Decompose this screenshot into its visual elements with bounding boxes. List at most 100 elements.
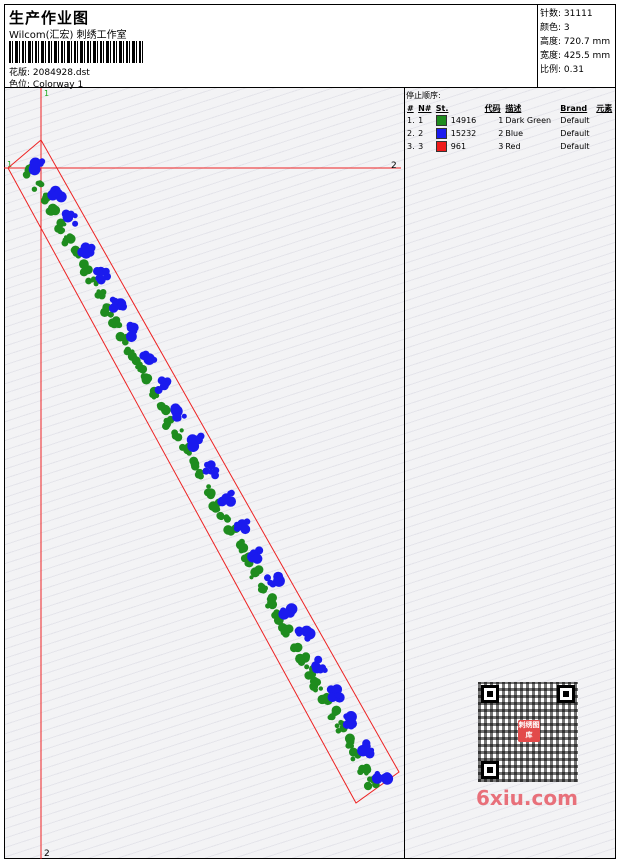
design-stats: 针数: 31111 颜色: 3 高度: 720.7 mm 宽度: 425.5 m… bbox=[537, 5, 615, 87]
guide-marker-right: 2 bbox=[391, 161, 397, 171]
col-brand: Brand bbox=[560, 103, 588, 113]
flower-stitch bbox=[170, 407, 178, 415]
worksheet-header: 生产作业图 Wilcom(汇宏) 刺绣工作室 花版: 2084928.dst 色… bbox=[4, 4, 616, 90]
stop-sequence-table: # N# St. 代码 描述 Brand 元素 1. 1 14916 1 Dark Gr… bbox=[406, 102, 616, 153]
row-brand: Default bbox=[560, 129, 590, 138]
leaf-stitch bbox=[265, 603, 271, 609]
flower-stitch bbox=[217, 496, 227, 507]
qr-eye-bottom-left bbox=[481, 761, 499, 779]
flower-stitch bbox=[102, 267, 110, 276]
stat-colors: 颜色: 3 bbox=[540, 23, 570, 33]
flower-stitch bbox=[72, 220, 79, 227]
barcode bbox=[9, 41, 145, 63]
leaf-stitch bbox=[206, 490, 215, 500]
leaf-stitch bbox=[349, 747, 358, 757]
panel-divider bbox=[404, 88, 405, 859]
leaf-stitch bbox=[179, 428, 184, 433]
page-title: 生产作业图 bbox=[9, 9, 90, 27]
flower-stitch bbox=[335, 692, 342, 699]
color-swatch bbox=[435, 115, 447, 126]
flower-stitch bbox=[347, 718, 357, 729]
stat-height: 高度: 720.7 mm bbox=[540, 37, 611, 47]
col-stitches: St. bbox=[435, 103, 449, 113]
flower-stitch bbox=[252, 553, 263, 564]
row-index: 3. bbox=[407, 142, 415, 151]
company-name: Wilcom(汇宏) 刺绣工作室 bbox=[9, 30, 127, 41]
leaf-stitch bbox=[290, 644, 298, 653]
leaf-stitch bbox=[304, 664, 310, 670]
row-code: 2 bbox=[498, 129, 504, 138]
row-element bbox=[595, 140, 616, 153]
flower-stitch bbox=[381, 772, 394, 785]
leaf-stitch bbox=[174, 433, 183, 442]
row-description: Red bbox=[505, 142, 521, 151]
leaf-stitch bbox=[327, 714, 333, 721]
leaf-stitch bbox=[237, 542, 243, 547]
row-brand: Default bbox=[560, 116, 590, 125]
leaf-stitch bbox=[347, 737, 355, 745]
flower-stitch bbox=[278, 608, 290, 620]
leaf-stitch bbox=[31, 186, 38, 192]
flower-stitch bbox=[117, 302, 125, 310]
leaf-stitch bbox=[157, 401, 166, 411]
leaf-stitch bbox=[334, 723, 340, 729]
col-index: # bbox=[407, 103, 414, 113]
stop-sequence-panel: 停止顺序: # N# St. 代码 描述 Brand 元素 1. 1 14916 1 D… bbox=[406, 90, 616, 153]
flower-stitch bbox=[264, 574, 271, 582]
flower-stitch bbox=[212, 467, 220, 474]
guide-marker-top: 1 bbox=[44, 89, 49, 98]
table-row: 2. 2 15232 2 Blue Default bbox=[406, 127, 616, 140]
leaf-stitch bbox=[66, 234, 76, 244]
row-stitches: 961 bbox=[435, 140, 484, 153]
leaf-stitch bbox=[47, 203, 58, 214]
flower-stitch bbox=[62, 211, 74, 223]
flower-stitch bbox=[181, 413, 187, 419]
flower-stitch bbox=[301, 625, 313, 637]
stop-sequence-title: 停止顺序: bbox=[406, 91, 441, 100]
leaf-stitch bbox=[124, 346, 132, 354]
leaf-stitch bbox=[362, 763, 371, 772]
qr-seal-logo: 刺绣图库 bbox=[518, 720, 540, 742]
qr-eye-top-left bbox=[481, 685, 499, 703]
leaf-stitch bbox=[193, 465, 198, 471]
flower-stitch bbox=[233, 524, 241, 532]
col-description: 描述 bbox=[505, 103, 522, 113]
leaf-stitch bbox=[195, 468, 204, 478]
flower-stitch bbox=[360, 745, 372, 757]
flower-stitch bbox=[96, 275, 106, 285]
color-swatch bbox=[435, 141, 447, 152]
leaf-stitch bbox=[254, 567, 261, 574]
guide-marker-bottom: 2 bbox=[44, 849, 50, 859]
leaf-stitch bbox=[278, 623, 288, 633]
table-row: 3. 3 961 3 Red Default bbox=[406, 140, 616, 153]
embroidery-pattern bbox=[22, 157, 394, 791]
leaf-stitch bbox=[335, 728, 342, 734]
flower-stitch bbox=[54, 189, 63, 198]
leaf-stitch bbox=[258, 582, 265, 589]
row-needle: 2 bbox=[418, 129, 424, 138]
leaf-stitch bbox=[266, 596, 273, 603]
flower-stitch bbox=[93, 267, 102, 276]
leaf-stitch bbox=[318, 686, 323, 691]
leaf-stitch bbox=[162, 422, 170, 430]
leaf-stitch bbox=[317, 694, 327, 705]
table-header: # N# St. 代码 描述 Brand 元素 bbox=[406, 102, 616, 114]
col-code: 代码 bbox=[484, 103, 501, 113]
leaf-stitch bbox=[313, 687, 318, 693]
flower-stitch bbox=[141, 354, 147, 360]
row-needle: 1 bbox=[418, 116, 424, 125]
leaf-stitch bbox=[100, 289, 107, 296]
col-element: 元素 bbox=[596, 103, 613, 113]
flower-stitch bbox=[374, 770, 380, 777]
flower-stitch bbox=[316, 665, 325, 674]
flower-stitch bbox=[85, 248, 95, 257]
leaf-stitch bbox=[297, 658, 306, 666]
row-index: 1. bbox=[407, 116, 415, 125]
row-element bbox=[595, 127, 616, 140]
color-swatch bbox=[435, 128, 447, 139]
leaf-stitch bbox=[143, 374, 153, 383]
leaf-stitch bbox=[206, 484, 212, 489]
leaf-stitch bbox=[137, 361, 143, 368]
qr-code: 刺绣图库 bbox=[478, 682, 578, 782]
flower-stitch bbox=[129, 322, 139, 333]
